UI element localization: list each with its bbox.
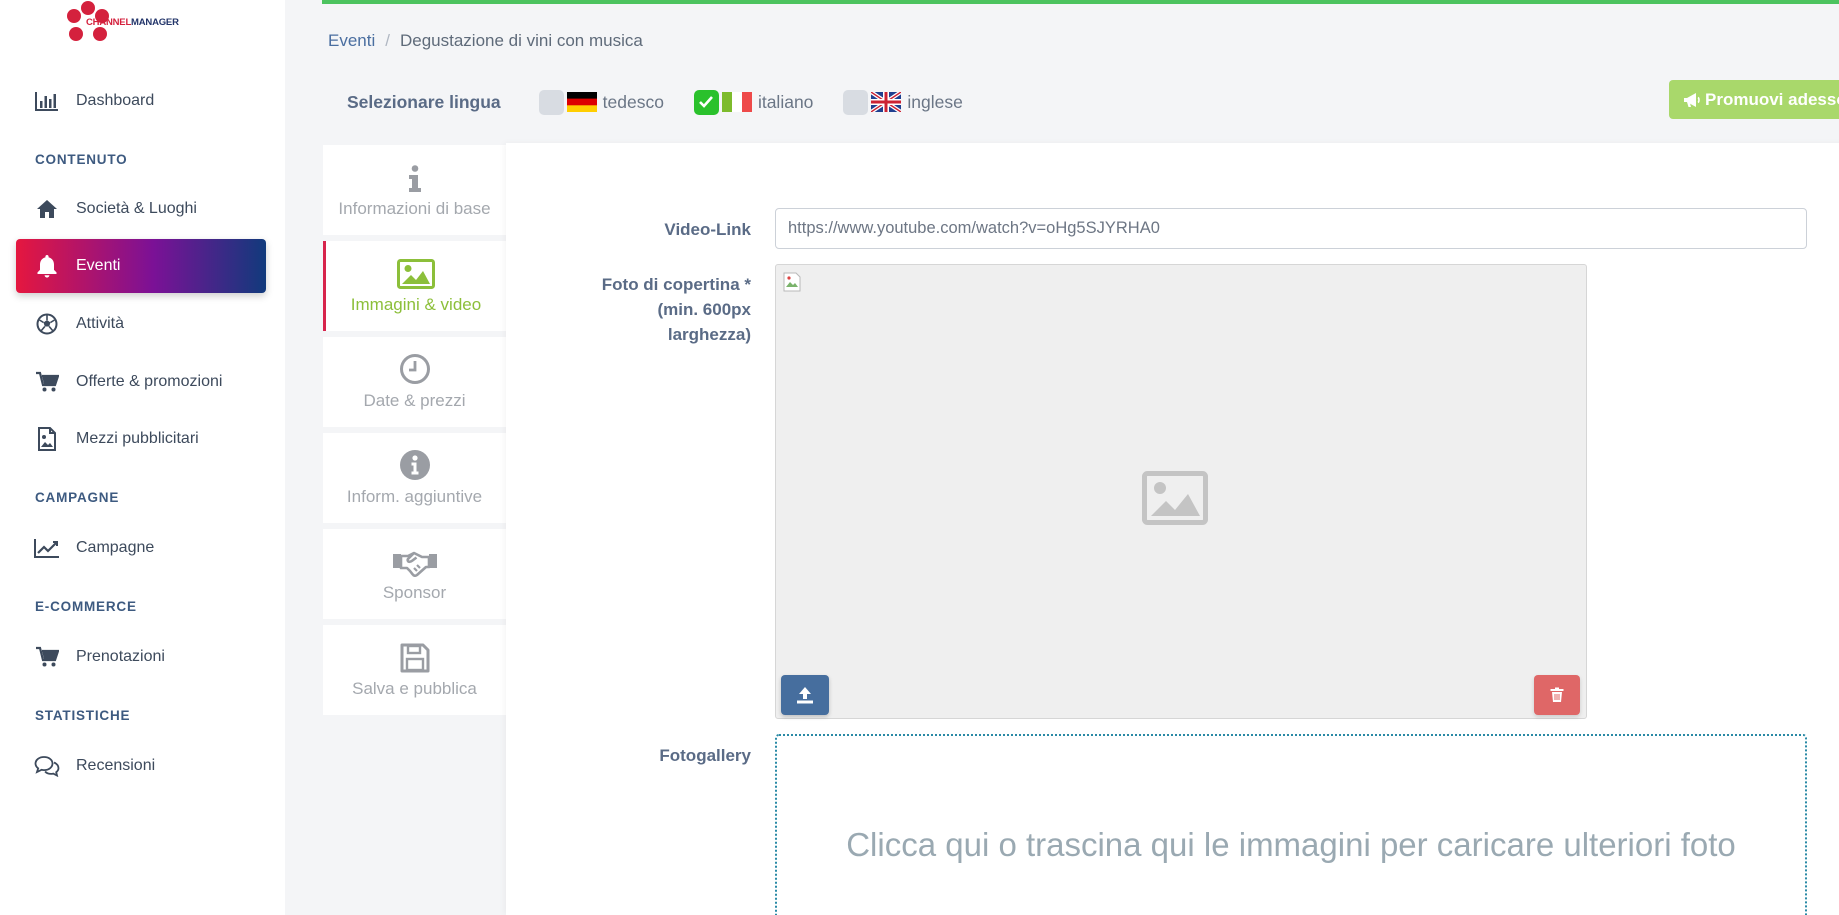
sidebar-item-dashboard[interactable]: Dashboard (16, 74, 266, 128)
breadcrumb-link-eventi[interactable]: Eventi (328, 31, 375, 51)
dropzone-text: Clicca qui o trascina qui le immagini pe… (846, 826, 1736, 863)
cover-photo-label-line3: larghezza) (667, 325, 751, 344)
tab-informazioni-di-base[interactable]: Informazioni di base (323, 145, 506, 235)
trash-icon (1550, 687, 1564, 702)
cart-icon (34, 644, 60, 670)
fotogallery-label: Fotogallery (659, 746, 751, 765)
delete-button[interactable] (1534, 675, 1580, 715)
language-option-italiano[interactable]: italiano (693, 89, 814, 115)
italian-flag-icon (721, 92, 752, 112)
cover-photo-preview[interactable] (775, 264, 1587, 719)
language-label: Selezionare lingua (347, 91, 501, 112)
section-title-campagne: CAMPAGNE (35, 490, 120, 505)
tab-label: Date & prezzi (363, 391, 466, 410)
handshake-icon (392, 545, 438, 577)
logo-text: CHANNELMANAGER (86, 17, 179, 28)
tab-sponsor[interactable]: Sponsor (323, 529, 506, 619)
sidebar-item-label: Attività (76, 315, 125, 332)
home-icon (34, 196, 60, 222)
cover-photo-label-line1: Foto di copertina * (601, 275, 751, 294)
language-name: inglese (907, 91, 963, 112)
sidebar-item-label: Campagne (76, 539, 155, 556)
info-circle-icon (399, 449, 431, 481)
uk-flag-icon (871, 92, 902, 112)
language-name: italiano (757, 91, 814, 112)
section-title-statistiche: STATISTICHE (35, 708, 131, 723)
sidebar-item-offerte[interactable]: Offerte & promozioni (16, 355, 266, 409)
breadcrumb-separator: / (385, 31, 390, 50)
cover-photo-label: Foto di copertina * (min. 600px larghezz… (602, 272, 751, 347)
tab-label: Informazioni di base (338, 199, 491, 218)
language-option-inglese[interactable]: inglese (843, 89, 963, 115)
video-link-label: Video-Link (664, 220, 751, 239)
tab-label: Inform. aggiuntive (346, 487, 483, 506)
tab-label: Salva e pubblica (352, 679, 477, 698)
sidebar: CHANNELMANAGER Dashboard CONTENUTO Socie… (0, 0, 285, 915)
upload-icon (797, 687, 813, 704)
video-link-input[interactable] (775, 208, 1807, 249)
bell-icon (34, 253, 60, 279)
sidebar-item-societa[interactable]: Società & Luoghi (16, 182, 266, 236)
file-image-icon (34, 426, 60, 452)
image-placeholder-icon (1142, 471, 1208, 525)
line-chart-icon (34, 535, 60, 561)
bar-chart-icon (34, 88, 60, 114)
gallery-dropzone[interactable]: Clicca qui o trascina qui le immagini pe… (775, 734, 1807, 915)
cover-photo-label-line2: (min. 600px (657, 300, 751, 319)
sidebar-item-label: Recensioni (76, 757, 156, 774)
tab-label: Sponsor (382, 583, 447, 602)
sidebar-item-label: Mezzi pubblicitari (76, 430, 199, 447)
german-flag-icon (566, 92, 597, 112)
soccer-ball-icon (34, 311, 60, 337)
sidebar-item-attivita[interactable]: Attività (16, 297, 266, 351)
check-icon (699, 96, 714, 108)
save-icon (400, 641, 430, 673)
sidebar-item-label: Società & Luoghi (76, 200, 197, 217)
comments-icon (34, 753, 60, 779)
clock-icon (399, 353, 431, 385)
promote-button[interactable]: Promuovi adesso (1669, 80, 1839, 119)
cart-icon (34, 369, 60, 395)
language-option-tedesco[interactable]: tedesco (538, 89, 664, 115)
promote-button-label: Promuovi adesso (1705, 89, 1839, 109)
sidebar-item-label: Prenotazioni (76, 648, 165, 665)
broken-image-icon (783, 272, 801, 292)
sidebar-item-label: Eventi (76, 257, 121, 274)
sidebar-item-mezzi[interactable]: Mezzi pubblicitari (16, 412, 266, 466)
sidebar-item-recensioni[interactable]: Recensioni (16, 739, 266, 793)
upload-button[interactable] (781, 675, 829, 715)
sidebar-item-prenotazioni[interactable]: Prenotazioni (16, 630, 266, 684)
sidebar-item-campagne[interactable]: Campagne (16, 521, 266, 575)
tab-immagini-video[interactable]: Immagini & video (323, 241, 506, 331)
tab-date-prezzi[interactable]: Date & prezzi (323, 337, 506, 427)
breadcrumb: Eventi / Degustazione di vini con musica (328, 31, 643, 51)
tab-inform-aggiuntive[interactable]: Inform. aggiuntive (323, 433, 506, 523)
tab-label: Immagini & video (350, 295, 482, 314)
language-selector: Selezionare lingua tedesco italiano ingl… (347, 88, 993, 116)
info-icon (408, 161, 422, 193)
sidebar-item-eventi[interactable]: Eventi (16, 239, 266, 293)
tab-salva-pubblica[interactable]: Salva e pubblica (323, 625, 506, 715)
language-name: tedesco (602, 91, 664, 112)
channelmanager-logo[interactable]: CHANNELMANAGER (64, 0, 194, 50)
language-checkbox-italiano[interactable] (693, 89, 719, 115)
section-title-ecommerce: E-COMMERCE (35, 599, 137, 614)
image-icon (397, 257, 435, 289)
breadcrumb-current: Degustazione di vini con musica (399, 31, 643, 50)
language-checkbox-inglese[interactable] (843, 89, 869, 115)
megaphone-icon (1684, 92, 1700, 107)
progress-bar-top (322, 0, 1839, 4)
sidebar-item-label: Dashboard (76, 92, 155, 109)
language-checkbox-tedesco[interactable] (538, 89, 564, 115)
sidebar-item-label: Offerte & promozioni (76, 373, 223, 390)
section-title-contenuto: CONTENUTO (35, 152, 128, 167)
